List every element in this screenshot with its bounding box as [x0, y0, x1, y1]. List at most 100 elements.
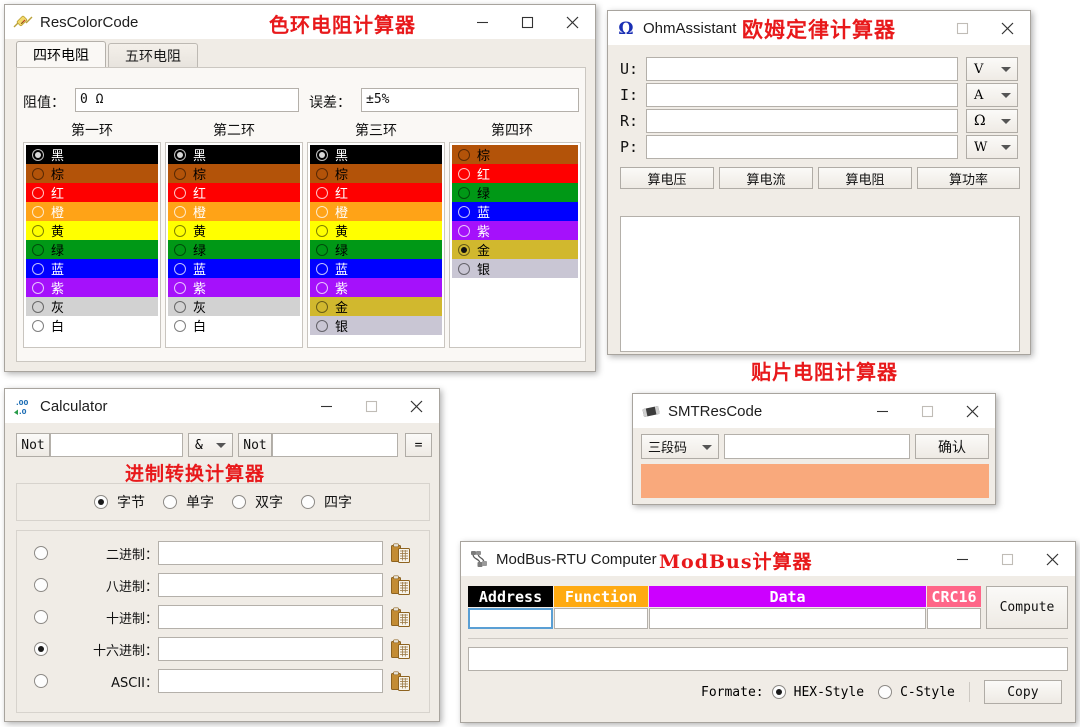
- radio-icon[interactable]: [316, 320, 328, 332]
- modbus-crc16-input[interactable]: [927, 608, 981, 629]
- minimize-button[interactable]: [304, 389, 349, 423]
- radio-icon[interactable]: [174, 168, 186, 180]
- maximize-button[interactable]: [985, 542, 1030, 576]
- ring-1-option-3[interactable]: 红: [26, 183, 158, 202]
- radio-byte[interactable]: [94, 495, 108, 509]
- power-input[interactable]: [646, 135, 958, 159]
- maximize-button[interactable]: [905, 394, 950, 428]
- titlebar-calculator[interactable]: .00 .0 Calculator: [5, 389, 439, 423]
- modbus-address-input[interactable]: [468, 608, 553, 629]
- ring-3-option-8[interactable]: 紫: [310, 278, 442, 297]
- radio-base-2[interactable]: [34, 578, 48, 592]
- ring-2-option-7[interactable]: 蓝: [168, 259, 300, 278]
- minimize-button[interactable]: [460, 5, 505, 39]
- window-rescolorcode[interactable]: ResColorCode 色环电阻计算器 四环电阻 五环电阻 阻值： 0 Ω 误…: [4, 4, 596, 372]
- base-input-1[interactable]: [158, 541, 383, 565]
- radio-icon[interactable]: [32, 282, 44, 294]
- window-modbus[interactable]: ModBus-RTU Computer ModBus计算器 Address Fu…: [460, 541, 1076, 723]
- ohm-output-area[interactable]: [620, 216, 1020, 352]
- radio-icon[interactable]: [174, 225, 186, 237]
- modbus-data-input[interactable]: [649, 608, 926, 629]
- ring-3-option-2[interactable]: 棕: [310, 164, 442, 183]
- radio-icon[interactable]: [174, 187, 186, 199]
- ring-4-option-1[interactable]: 棕: [452, 145, 578, 164]
- ring-3-option-6[interactable]: 绿: [310, 240, 442, 259]
- ring-4-option-4[interactable]: 蓝: [452, 202, 578, 221]
- ring-3-option-5[interactable]: 黄: [310, 221, 442, 240]
- radio-dword[interactable]: [232, 495, 246, 509]
- ring-3-option-9[interactable]: 金: [310, 297, 442, 316]
- operand-right-input[interactable]: [272, 433, 398, 457]
- clipboard-icon[interactable]: [391, 543, 410, 564]
- radio-icon[interactable]: [32, 206, 44, 218]
- window-controls-modbus[interactable]: [940, 542, 1075, 576]
- radio-base-3[interactable]: [34, 610, 48, 624]
- radio-icon[interactable]: [458, 187, 470, 199]
- base-input-5[interactable]: [158, 669, 383, 693]
- titlebar-smtrescode[interactable]: SMTResCode: [633, 394, 995, 428]
- ring-4-option-5[interactable]: 紫: [452, 221, 578, 240]
- radio-icon[interactable]: [458, 206, 470, 218]
- radio-icon[interactable]: [316, 168, 328, 180]
- radio-icon[interactable]: [316, 282, 328, 294]
- clipboard-icon[interactable]: [391, 639, 410, 660]
- radio-base-5[interactable]: [34, 674, 48, 688]
- ring-2-option-4[interactable]: 橙: [168, 202, 300, 221]
- ring-4-option-6[interactable]: 金: [452, 240, 578, 259]
- radio-icon[interactable]: [458, 225, 470, 237]
- radio-hex-style[interactable]: [772, 685, 786, 699]
- titlebar-modbus[interactable]: ModBus-RTU Computer ModBus计算器: [461, 542, 1075, 576]
- radio-base-4[interactable]: [34, 642, 48, 656]
- ring-3-option-10[interactable]: 银: [310, 316, 442, 335]
- radio-icon[interactable]: [458, 244, 470, 256]
- radio-c-style[interactable]: [878, 685, 892, 699]
- maximize-button[interactable]: [940, 11, 985, 45]
- code-type-select[interactable]: 三段码: [641, 434, 719, 459]
- ring-2-option-2[interactable]: 棕: [168, 164, 300, 183]
- radio-word[interactable]: [163, 495, 177, 509]
- ring-2-option-3[interactable]: 红: [168, 183, 300, 202]
- minimize-button[interactable]: [940, 542, 985, 576]
- titlebar-rescolorcode[interactable]: ResColorCode 色环电阻计算器: [5, 5, 595, 39]
- voltage-input[interactable]: [646, 57, 958, 81]
- operand-left-input[interactable]: [50, 433, 183, 457]
- compute-current-button[interactable]: 算电流: [719, 167, 813, 189]
- close-button[interactable]: [985, 11, 1030, 45]
- ring-1-option-6[interactable]: 绿: [26, 240, 158, 259]
- radio-icon[interactable]: [32, 168, 44, 180]
- radio-qword[interactable]: [301, 495, 315, 509]
- radio-icon[interactable]: [174, 301, 186, 313]
- base-input-2[interactable]: [158, 573, 383, 597]
- radio-icon[interactable]: [32, 149, 44, 161]
- equals-button[interactable]: =: [405, 433, 432, 457]
- ring-1-option-7[interactable]: 蓝: [26, 259, 158, 278]
- base-input-3[interactable]: [158, 605, 383, 629]
- ring-1-option-10[interactable]: 白: [26, 316, 158, 335]
- ring-3-option-7[interactable]: 蓝: [310, 259, 442, 278]
- modbus-result-input[interactable]: [468, 647, 1068, 671]
- ring-2-option-1[interactable]: 黑: [168, 145, 300, 164]
- tab-four-band[interactable]: 四环电阻: [16, 41, 106, 68]
- window-controls-rescolorcode[interactable]: [460, 5, 595, 39]
- window-controls-ohmassistant[interactable]: [940, 11, 1030, 45]
- ring-4-option-3[interactable]: 绿: [452, 183, 578, 202]
- resistance-input[interactable]: 0 Ω: [75, 88, 299, 112]
- current-input[interactable]: [646, 83, 958, 107]
- ring-3-option-4[interactable]: 橙: [310, 202, 442, 221]
- ring-1-option-1[interactable]: 黑: [26, 145, 158, 164]
- radio-icon[interactable]: [458, 168, 470, 180]
- resistance-input[interactable]: [646, 109, 958, 133]
- radio-icon[interactable]: [316, 206, 328, 218]
- ring-2-option-8[interactable]: 紫: [168, 278, 300, 297]
- ring-3-option-3[interactable]: 红: [310, 183, 442, 202]
- window-smtrescode[interactable]: 贴片电阻计算器 SMTResCode 三段码 确认: [632, 393, 996, 505]
- radio-icon[interactable]: [32, 187, 44, 199]
- window-ohmassistant[interactable]: Ω OhmAssistant 欧姆定律计算器 U: V I: A R:: [607, 10, 1031, 355]
- ring-list-4[interactable]: 棕红绿蓝紫金银: [449, 142, 581, 348]
- radio-icon[interactable]: [316, 187, 328, 199]
- tab-five-band[interactable]: 五环电阻: [108, 43, 198, 68]
- minimize-button[interactable]: [860, 394, 905, 428]
- power-unit-select[interactable]: W: [966, 135, 1018, 159]
- ring-1-option-2[interactable]: 棕: [26, 164, 158, 183]
- radio-icon[interactable]: [174, 263, 186, 275]
